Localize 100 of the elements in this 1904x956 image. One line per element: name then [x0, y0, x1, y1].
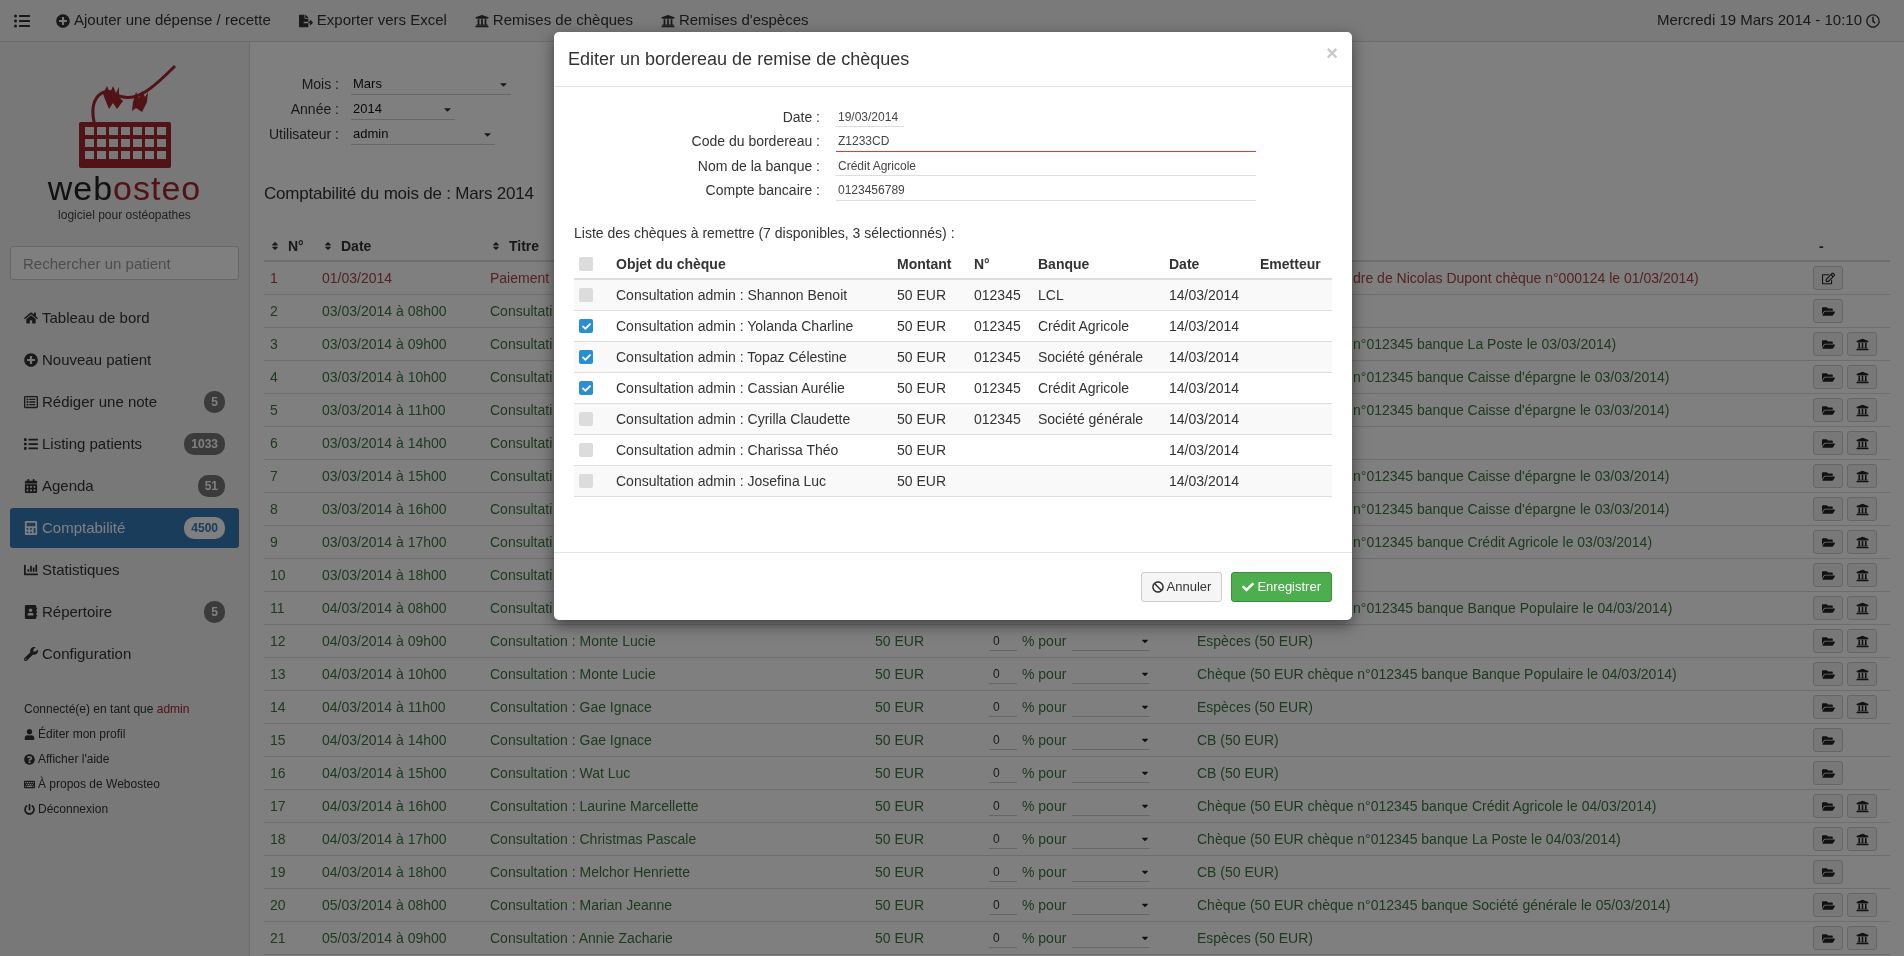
bank-button[interactable]: [1847, 629, 1877, 653]
bank-button[interactable]: [1847, 662, 1877, 686]
folder-button[interactable]: [1813, 464, 1843, 488]
sidebar-item[interactable]: Tableau de bord: [10, 298, 239, 338]
bank-button[interactable]: [1847, 365, 1877, 389]
sidebar-item[interactable]: Configuration: [10, 634, 239, 674]
percent-field[interactable]: 0: [989, 730, 1017, 750]
percent-field[interactable]: 0: [989, 862, 1017, 882]
folder-button[interactable]: [1813, 431, 1843, 455]
keyboard-icon: [24, 778, 35, 790]
sort-icon[interactable]: [491, 241, 501, 251]
folder-button[interactable]: [1813, 299, 1843, 323]
bank-icon: [1855, 799, 1869, 813]
folder-button[interactable]: [1813, 662, 1843, 686]
nav-link[interactable]: Exporter vers Excel: [298, 9, 447, 32]
folder-button[interactable]: [1813, 332, 1843, 356]
input-field[interactable]: Z1233CD: [836, 131, 1256, 152]
checkbox[interactable]: [579, 474, 593, 488]
table-cell-text: 03/03/2014 à 15h00: [321, 466, 448, 486]
bank-button[interactable]: [1847, 398, 1877, 422]
cancel-button[interactable]: Annuler: [1140, 571, 1223, 602]
ban-icon: [1151, 580, 1164, 593]
select-field[interactable]: admin: [351, 124, 495, 145]
form-label: Code du bordereau :: [690, 132, 820, 152]
sidebar-link[interactable]: Éditer mon profil: [24, 725, 225, 743]
percent-label: % pour: [1022, 730, 1067, 750]
bank-button[interactable]: [1847, 563, 1877, 587]
input-field[interactable]: Crédit Agricole: [836, 156, 1256, 177]
folder-button[interactable]: [1813, 563, 1843, 587]
sidebar-link[interactable]: À propos de Webosteo: [24, 775, 225, 793]
folder-button[interactable]: [1813, 596, 1843, 620]
percent-field[interactable]: 0: [989, 829, 1017, 849]
bank-button[interactable]: [1847, 530, 1877, 554]
save-button[interactable]: Enregistrer: [1231, 571, 1332, 602]
sidebar-item[interactable]: Listing patients 1033: [10, 424, 239, 464]
bank-button[interactable]: [1847, 695, 1877, 719]
folder-button[interactable]: [1813, 860, 1843, 884]
folder-button[interactable]: [1813, 761, 1843, 785]
folder-button[interactable]: [1813, 926, 1843, 950]
bank-button[interactable]: [1847, 332, 1877, 356]
bank-button[interactable]: [1847, 794, 1877, 818]
sidebar-item[interactable]: Répertoire 5: [10, 592, 239, 632]
percent-field[interactable]: 0: [989, 895, 1017, 915]
checkbox[interactable]: [579, 257, 593, 271]
sidebar-item[interactable]: Agenda 51: [10, 466, 239, 506]
folder-button[interactable]: [1813, 728, 1843, 752]
bank-button[interactable]: [1847, 893, 1877, 917]
folder-button[interactable]: [1813, 893, 1843, 917]
checkbox[interactable]: [579, 381, 593, 395]
edit-button[interactable]: [1813, 266, 1843, 290]
input-field[interactable]: 0123456789: [836, 180, 1256, 201]
sidebar-link[interactable]: Afficher l'aide: [24, 750, 225, 768]
bank-button[interactable]: [1847, 827, 1877, 851]
folder-button[interactable]: [1813, 827, 1843, 851]
sidebar-item[interactable]: Nouveau patient: [10, 340, 239, 380]
folder-button[interactable]: [1813, 398, 1843, 422]
percent-label: % pour: [1022, 631, 1067, 651]
sidebar-item[interactable]: Rédiger une note 5: [10, 382, 239, 422]
sidebar-link[interactable]: Déconnexion: [24, 800, 225, 818]
checkbox[interactable]: [579, 443, 593, 457]
sidebar-item[interactable]: Comptabilité 4500: [10, 508, 239, 548]
folder-button[interactable]: [1813, 497, 1843, 521]
percent-field[interactable]: 0: [989, 697, 1017, 717]
table-cell: Consultation : Gae Ignace: [490, 731, 652, 748]
folder-button[interactable]: [1813, 365, 1843, 389]
nav-link[interactable]: Remises d'espèces: [660, 9, 809, 32]
checkbox[interactable]: [579, 350, 593, 364]
menu-icon[interactable]: [14, 12, 30, 29]
select-field[interactable]: 2014: [351, 99, 455, 120]
column-header[interactable]: N°: [288, 235, 304, 257]
folder-button[interactable]: [1813, 629, 1843, 653]
folder-button[interactable]: [1813, 530, 1843, 554]
checkbox[interactable]: [579, 412, 593, 426]
folder-button[interactable]: [1813, 695, 1843, 719]
percent-label: % pour: [1022, 796, 1067, 816]
bank-button[interactable]: [1847, 497, 1877, 521]
bank-button[interactable]: [1847, 596, 1877, 620]
nav-link[interactable]: Ajouter une dépense / recette: [56, 9, 271, 32]
sort-icon[interactable]: [323, 241, 333, 251]
table-cell: Consultation : Wat Luc: [490, 764, 631, 781]
table-cell-text: 8: [269, 499, 279, 519]
nav-link[interactable]: Remises de chèques: [474, 9, 633, 32]
bank-button[interactable]: [1847, 464, 1877, 488]
folder-button[interactable]: [1813, 794, 1843, 818]
bank-button[interactable]: [1847, 926, 1877, 950]
sort-icon[interactable]: [270, 241, 280, 251]
input-field[interactable]: 19/03/2014: [836, 107, 904, 128]
percent-field[interactable]: 0: [989, 763, 1017, 783]
checkbox[interactable]: [579, 319, 593, 333]
percent-field[interactable]: 0: [989, 796, 1017, 816]
select-field[interactable]: Mars: [351, 74, 511, 95]
percent-field[interactable]: 0: [989, 664, 1017, 684]
percent-field[interactable]: 0: [989, 928, 1017, 948]
checkbox[interactable]: [579, 288, 593, 302]
column-header[interactable]: Titre: [509, 235, 540, 257]
column-header[interactable]: Date: [341, 235, 372, 257]
column-header: Emetteur: [1259, 254, 1322, 274]
sidebar-item[interactable]: Statistiques: [10, 550, 239, 590]
percent-field[interactable]: 0: [989, 631, 1017, 651]
bank-button[interactable]: [1847, 431, 1877, 455]
